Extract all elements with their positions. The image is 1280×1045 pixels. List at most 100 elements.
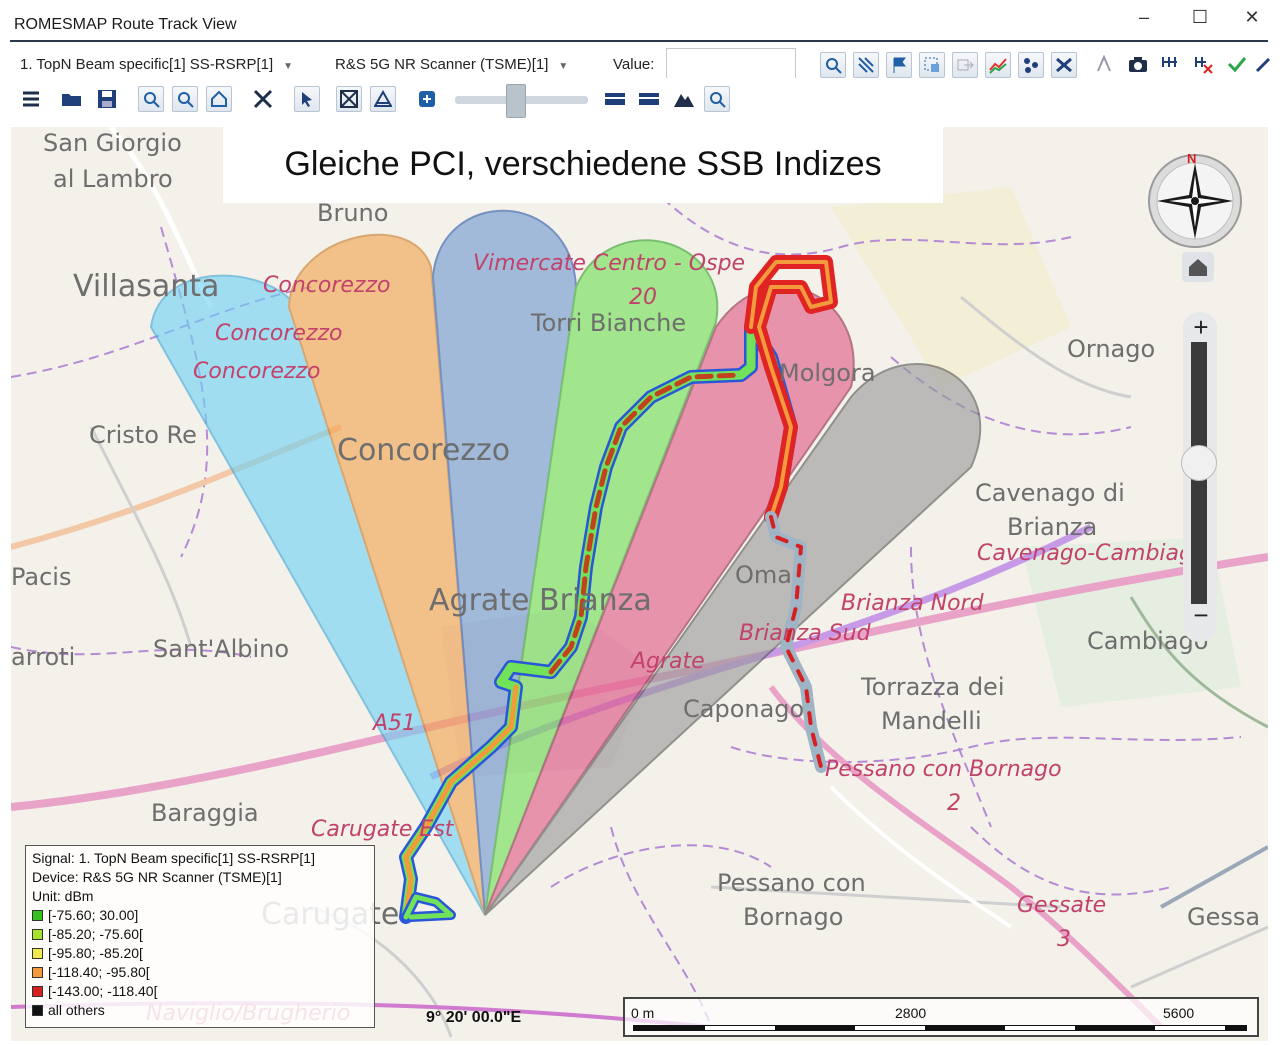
legend-unit: Unit: dBm <box>32 888 94 904</box>
map-label: Cristo Re <box>89 421 197 449</box>
legend-range-label: all others <box>48 1002 105 1018</box>
map-label: Baraggia <box>151 799 259 827</box>
measure-icon[interactable] <box>1092 52 1118 78</box>
map-label: A51 <box>373 711 417 736</box>
dots-icon[interactable] <box>1018 52 1044 78</box>
device-select-value: R&S 5G NR Scanner (TSME)[1] <box>335 56 549 73</box>
pen-icon[interactable] <box>1252 52 1278 78</box>
chevron-down-icon: ▼ <box>558 61 569 72</box>
value-label: Value: <box>613 56 655 73</box>
legend-range-label: [-75.60; 30.00] <box>48 907 139 923</box>
grid-icon[interactable] <box>1158 52 1184 78</box>
map-label: Concorezzo <box>193 359 321 384</box>
close-button[interactable]: ✕ <box>1232 4 1272 30</box>
map-headline: Gleiche PCI, verschiedene SSB Indizes <box>223 127 943 203</box>
legend-range-label: [-85.20; -75.60[ <box>48 926 143 942</box>
map-label: al Lambro <box>53 165 173 193</box>
chart-icon[interactable] <box>985 52 1011 78</box>
list-icon[interactable] <box>18 86 44 112</box>
map-label: Brianza Nord <box>841 591 984 616</box>
route-track-window: ROMESMAP Route Track View – ☐ ✕ 1. TopN … <box>0 0 1280 1045</box>
signal-select[interactable]: 1. TopN Beam specific[1] SS-RSRP[1] ▼ <box>20 52 293 78</box>
flag-icon[interactable] <box>886 52 912 78</box>
compass-icon[interactable]: N <box>1147 151 1243 249</box>
legend: Signal: 1. TopN Beam specific[1] SS-RSRP… <box>25 845 375 1028</box>
map-strip2-icon[interactable] <box>635 86 661 112</box>
select-area-icon[interactable] <box>919 52 945 78</box>
zoom-out-button[interactable]: − <box>1188 601 1214 629</box>
signal-select-value: 1. TopN Beam specific[1] SS-RSRP[1] <box>20 56 274 73</box>
map-label: Ornago <box>1067 335 1156 363</box>
maximize-button[interactable]: ☐ <box>1180 4 1220 30</box>
scale-mid: 2800 <box>895 1005 927 1021</box>
transparency-slider-thumb[interactable] <box>505 84 526 118</box>
map-home-button[interactable] <box>1182 252 1214 282</box>
swap-icon[interactable] <box>1051 52 1077 78</box>
fit-icon[interactable] <box>250 86 276 112</box>
map-label: Bornago <box>743 903 844 931</box>
title-bar: ROMESMAP Route Track View – ☐ ✕ <box>0 0 1280 40</box>
map-label: Pessano con Bornago <box>825 757 1062 782</box>
layers-icon[interactable] <box>414 86 440 112</box>
map-label: Vimercate Centro - Ospe <box>473 251 746 276</box>
legend-swatch <box>32 910 43 921</box>
zoom-in-button[interactable]: + <box>1188 313 1214 341</box>
open-folder-icon[interactable] <box>58 86 84 112</box>
map-label: Caponago <box>683 695 805 723</box>
map-label: Agrate <box>631 649 705 674</box>
find-icon[interactable] <box>820 52 846 78</box>
export-icon[interactable] <box>952 52 978 78</box>
search-map-icon[interactable] <box>704 86 730 112</box>
scale-seg <box>705 1026 775 1030</box>
grid-delete-icon[interactable] <box>1191 52 1217 78</box>
pointer-icon[interactable] <box>294 86 320 112</box>
minimize-button[interactable]: – <box>1124 4 1164 30</box>
home-icon <box>1189 259 1207 276</box>
map-label: Brianza <box>1007 513 1098 541</box>
compass-north: N <box>1187 151 1197 166</box>
map-label: Concorezzo <box>263 273 391 298</box>
map-label: Agrate Brianza <box>429 583 652 618</box>
zoom-slider-knob[interactable] <box>1181 445 1217 481</box>
map-label: Brianza Sud <box>739 621 871 646</box>
device-select[interactable]: R&S 5G NR Scanner (TSME)[1] ▼ <box>335 52 568 78</box>
legend-swatch <box>32 986 43 997</box>
legend-range: [-85.20; -75.60[ <box>32 925 368 944</box>
camera-icon[interactable] <box>1125 52 1151 78</box>
map-label: Torrazza dei <box>861 673 1005 701</box>
cross-box-icon[interactable] <box>336 86 362 112</box>
zoom-in-icon[interactable] <box>138 86 164 112</box>
zoom-out-icon[interactable] <box>172 86 198 112</box>
legend-range: [-75.60; 30.00] <box>32 906 368 925</box>
map-label: Pessano con <box>717 869 866 897</box>
map-strip-icon[interactable] <box>601 86 627 112</box>
scale-seg <box>855 1026 925 1030</box>
mountain-icon[interactable] <box>670 86 696 112</box>
legend-range-label: [-95.80; -85.20[ <box>48 945 143 961</box>
map-label: Gessa <box>1187 903 1261 931</box>
home-icon[interactable] <box>206 86 232 112</box>
window-title: ROMESMAP Route Track View <box>14 16 237 33</box>
map-label: Concorezzo <box>337 433 511 468</box>
map-label: Concorezzo <box>215 321 343 346</box>
triangle-icon[interactable] <box>370 86 396 112</box>
legend-signal: Signal: 1. TopN Beam specific[1] SS-RSRP… <box>32 850 315 866</box>
scale-seg <box>1005 1026 1075 1030</box>
legend-range: [-143.00; -118.40[ <box>32 982 368 1001</box>
value-field[interactable] <box>666 48 796 78</box>
legend-swatch <box>32 967 43 978</box>
map-label: Cavenago di <box>975 479 1125 507</box>
map-label: 3 <box>1057 927 1071 952</box>
legend-range: [-95.80; -85.20[ <box>32 944 368 963</box>
save-icon[interactable] <box>94 86 120 112</box>
map-view[interactable]: Gleiche PCI, verschiedene SSB Indizes Sa… <box>11 127 1268 1041</box>
scale-seg <box>1155 1026 1225 1030</box>
route-icon[interactable] <box>853 52 879 78</box>
map-label: arroti <box>11 643 76 671</box>
map-label: 2 <box>947 791 961 816</box>
check-icon[interactable] <box>1224 52 1250 78</box>
map-label: Oma <box>735 561 792 589</box>
legend-range-label: [-118.40; -95.80[ <box>48 964 150 980</box>
legend-range: all others <box>32 1001 368 1020</box>
map-label: Pacis <box>11 563 72 591</box>
